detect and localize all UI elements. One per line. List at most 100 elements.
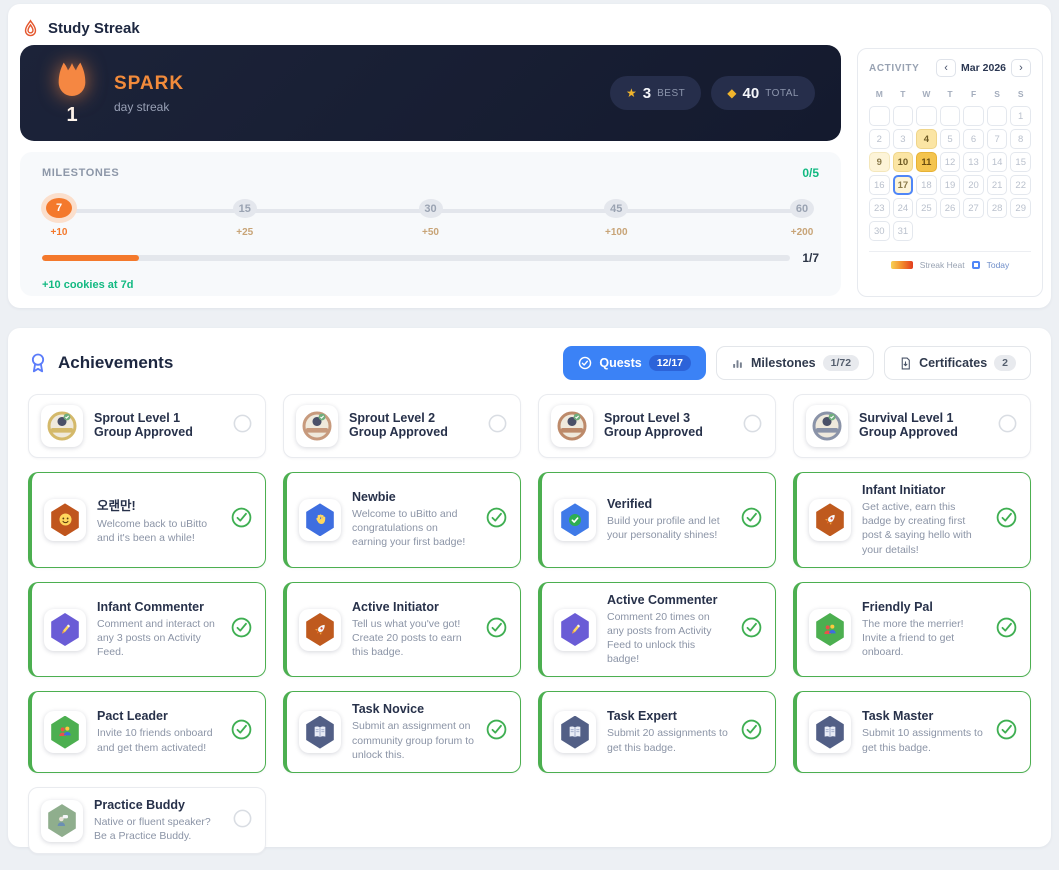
calendar-day-cell[interactable]: 23 [869, 198, 890, 218]
milestone-reward: +50 [422, 227, 439, 238]
verified-check-icon [566, 511, 584, 529]
completed-check-icon [230, 506, 253, 529]
achievement-title: Infant Initiator [862, 483, 984, 497]
rocket-icon [823, 512, 838, 527]
calendar-day-cell[interactable]: 27 [963, 198, 984, 218]
completed-check-icon [230, 616, 253, 639]
calendar-day-cell[interactable]: 18 [916, 175, 937, 195]
streak-count-label: day streak [114, 100, 184, 114]
calendar-day-cell[interactable]: 28 [987, 198, 1008, 218]
badge-tile [41, 800, 83, 842]
calendar-day-cell[interactable]: 20 [963, 175, 984, 195]
achievement-card[interactable]: Infant Commenter Comment and interact on… [28, 582, 266, 678]
achievement-status [230, 506, 253, 534]
people-icon [822, 622, 838, 638]
achievement-card[interactable]: Task Expert Submit 20 assignments to get… [538, 691, 776, 773]
calendar-day-cell[interactable]: 29 [1010, 198, 1031, 218]
achievement-title: Survival Level 1 Group Approved [859, 411, 986, 439]
calendar-day-cell[interactable]: 13 [963, 152, 984, 172]
badge-hexagon [560, 716, 590, 749]
diamond-icon: ◆ [727, 86, 736, 100]
study-streak-header: Study Streak [8, 4, 1051, 48]
achievement-card[interactable]: Task Master Submit 10 assignments to get… [793, 691, 1031, 773]
best-streak-pill: ★ 3 BEST [610, 76, 701, 110]
calendar-day-cell[interactable]: 15 [1010, 152, 1031, 172]
calendar-day-cell[interactable]: 26 [940, 198, 961, 218]
calendar-day-cell[interactable]: 3 [893, 129, 914, 149]
achievement-title: Active Commenter [607, 593, 729, 607]
achievement-card[interactable]: Sprout Level 1 Group Approved [28, 394, 266, 458]
achievement-text: Active Initiator Tell us what you've got… [352, 600, 474, 660]
achievement-card[interactable]: Practice Buddy Native or fluent speaker?… [28, 787, 266, 854]
calendar-day-cell[interactable]: 31 [893, 221, 914, 241]
calendar-day-cell[interactable]: 6 [963, 129, 984, 149]
calendar-prev-button[interactable]: ‹ [936, 59, 956, 77]
calendar-day-cell[interactable]: 22 [1010, 175, 1031, 195]
achievement-title: Verified [607, 497, 729, 511]
achievement-card[interactable]: Newbie Welcome to uBitto and congratulat… [283, 472, 521, 568]
calendar-day-cell[interactable]: 25 [916, 198, 937, 218]
medal-icon [811, 410, 843, 442]
achievement-status [485, 506, 508, 534]
best-streak-label: BEST [657, 88, 685, 99]
badge-tile [299, 609, 341, 651]
calendar-day-cell[interactable]: 21 [987, 175, 1008, 195]
achievement-status [742, 413, 763, 439]
achievement-card[interactable]: Pact Leader Invite 10 friends onboard an… [28, 691, 266, 773]
tab-quests[interactable]: Quests 12/17 [563, 346, 706, 380]
achievement-card[interactable]: Active Commenter Comment 20 times on any… [538, 582, 776, 678]
calendar-day-cell[interactable]: 16 [869, 175, 890, 195]
milestone-day: 60 [790, 199, 814, 218]
calendar-day-cell[interactable]: 10 [893, 152, 914, 172]
calendar-day-cell[interactable]: 17 [893, 175, 914, 195]
achievement-title: Infant Commenter [97, 600, 219, 614]
badge-tile [41, 405, 83, 447]
badge-hexagon [560, 503, 590, 536]
calendar-next-button[interactable]: › [1011, 59, 1031, 77]
tab-milestones[interactable]: Milestones 1/72 [716, 346, 874, 380]
calendar-day-cell[interactable]: 7 [987, 129, 1008, 149]
achievement-text: Sprout Level 1 Group Approved [94, 411, 221, 442]
badge-hexagon [815, 716, 845, 749]
calendar-day-cell[interactable]: 5 [940, 129, 961, 149]
achievement-card[interactable]: Sprout Level 2 Group Approved [283, 394, 521, 458]
badge-tile [296, 405, 338, 447]
achievement-card[interactable]: Friendly Pal The more the merrier! Invit… [793, 582, 1031, 678]
streak-heat-swatch [891, 261, 913, 269]
calendar-day-cell[interactable]: 30 [869, 221, 890, 241]
calendar-day-cell[interactable]: 9 [869, 152, 890, 172]
calendar-day-cell[interactable]: 8 [1010, 129, 1031, 149]
badge-hexagon [47, 804, 77, 837]
milestone-day: 45 [604, 199, 628, 218]
calendar-day-cell[interactable]: 24 [893, 198, 914, 218]
calendar-spacer [1010, 221, 1031, 241]
completed-check-icon [995, 718, 1018, 741]
achievement-card[interactable]: Sprout Level 3 Group Approved [538, 394, 776, 458]
achievement-title: Friendly Pal [862, 600, 984, 614]
milestone-reward: +100 [605, 227, 628, 238]
badge-tile [44, 499, 86, 541]
incomplete-circle-icon [232, 413, 253, 434]
calendar-day-cell[interactable]: 4 [916, 129, 937, 149]
achievement-card[interactable]: Task Novice Submit an assignment on comm… [283, 691, 521, 773]
achievement-card[interactable]: Verified Build your profile and let your… [538, 472, 776, 568]
achievement-card[interactable]: Infant Initiator Get active, earn this b… [793, 472, 1031, 568]
badge-hexagon [560, 613, 590, 646]
achievement-card[interactable]: 오랜만! Welcome back to uBitto and it's bee… [28, 472, 266, 568]
completed-check-icon [995, 616, 1018, 639]
calendar-day-cell[interactable]: 19 [940, 175, 961, 195]
section-title: Study Streak [48, 20, 140, 37]
badge-tile [299, 711, 341, 753]
milestone-day: 15 [233, 199, 257, 218]
calendar-day-cell[interactable]: 1 [1010, 106, 1031, 126]
tab-certificates[interactable]: Certificates 2 [884, 346, 1031, 380]
achievement-card[interactable]: Active Initiator Tell us what you've got… [283, 582, 521, 678]
calendar-day-cell[interactable]: 2 [869, 129, 890, 149]
smiley-icon [57, 511, 74, 528]
achievement-card[interactable]: Survival Level 1 Group Approved [793, 394, 1031, 458]
badge-hexagon [305, 503, 335, 536]
calendar-day-cell[interactable]: 11 [916, 152, 937, 172]
book-icon [822, 724, 838, 740]
calendar-day-cell[interactable]: 14 [987, 152, 1008, 172]
calendar-day-cell[interactable]: 12 [940, 152, 961, 172]
